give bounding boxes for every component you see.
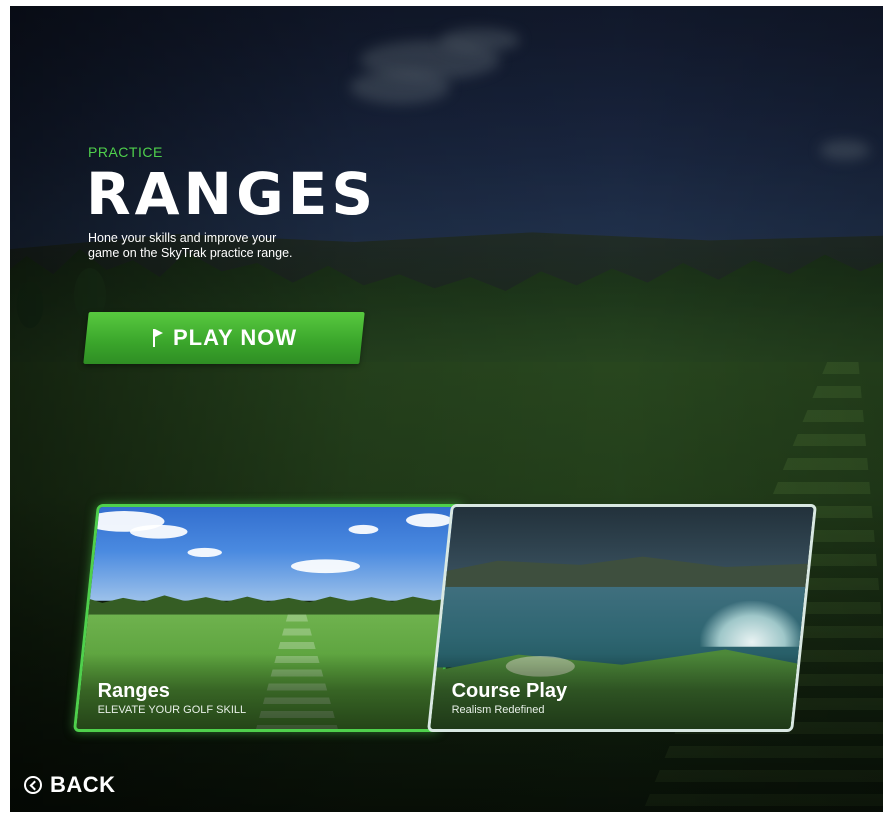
chevron-left-circle-icon	[24, 776, 42, 794]
flag-icon	[151, 329, 165, 347]
card-caption: Ranges ELEVATE YOUR GOLF SKILL	[98, 679, 247, 717]
mode-card-ranges[interactable]: Ranges ELEVATE YOUR GOLF SKILL	[73, 504, 463, 732]
card-title: Ranges	[97, 680, 170, 702]
play-now-content: PLAY NOW	[151, 325, 297, 351]
mode-card-course-play[interactable]: Course Play Realism Redefined	[427, 504, 817, 732]
page-description: Hone your skills and improve your game o…	[88, 231, 293, 260]
card-title: Course Play	[451, 680, 568, 702]
section-eyebrow: PRACTICE	[88, 144, 163, 160]
card-subtitle: ELEVATE YOUR GOLF SKILL	[97, 704, 247, 716]
play-now-button[interactable]: PLAY NOW	[83, 312, 365, 364]
ranges-screen: PRACTICE RANGES Hone your skills and imp…	[0, 0, 887, 818]
back-label: BACK	[50, 772, 116, 797]
card-caption: Course Play Realism Redefined	[452, 679, 568, 717]
back-button[interactable]: BACK	[24, 772, 116, 798]
play-now-label: PLAY NOW	[172, 325, 298, 350]
page-title: RANGES	[86, 160, 378, 228]
card-subtitle: Realism Redefined	[451, 704, 545, 716]
